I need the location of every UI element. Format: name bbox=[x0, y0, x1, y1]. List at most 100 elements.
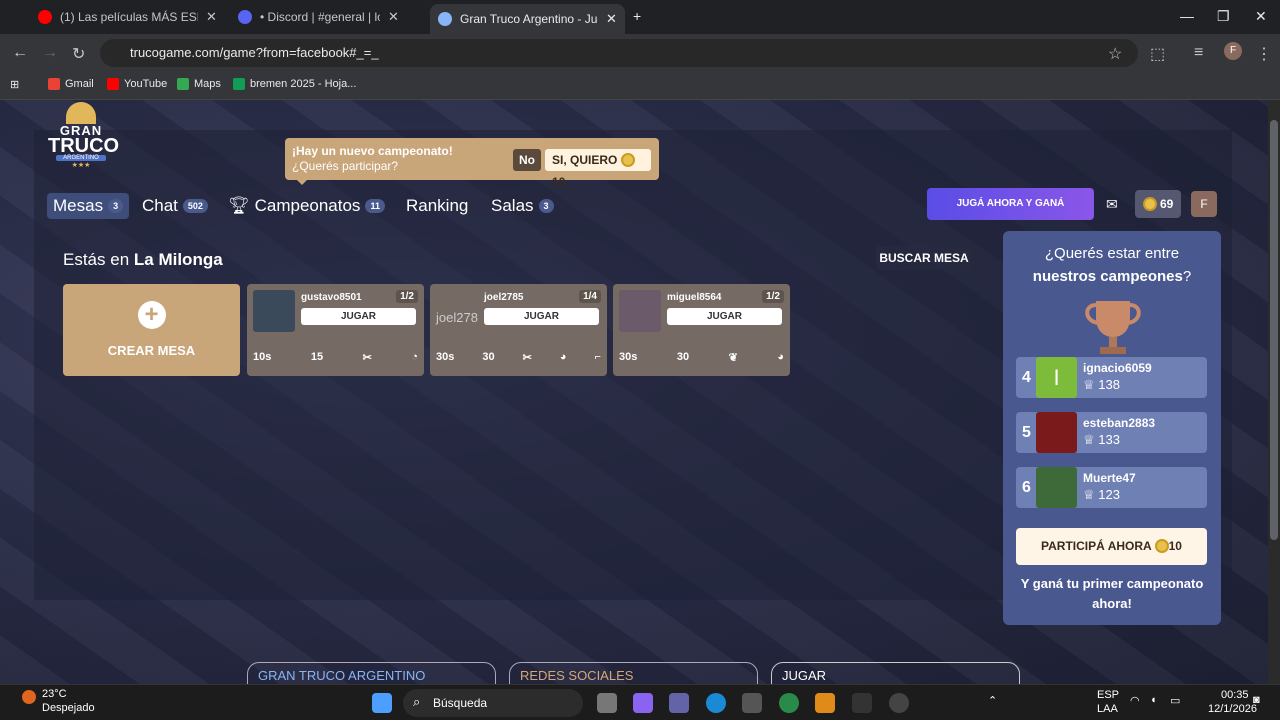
points-value: 30 bbox=[676, 351, 690, 363]
join-table-button[interactable]: JUGAR bbox=[484, 308, 599, 325]
play-now-button[interactable]: JUGÁ AHORA Y GANÁ bbox=[927, 188, 1094, 220]
volume-icon[interactable]: ◖ bbox=[1150, 694, 1157, 706]
maximize-icon[interactable]: ❐ bbox=[1217, 8, 1230, 25]
weather-temp[interactable]: 23°C bbox=[42, 688, 67, 700]
copilot-icon[interactable] bbox=[633, 693, 653, 713]
champion-row[interactable]: 4 I ignacio6059 ♕ 138 bbox=[1016, 357, 1207, 398]
chevron-up-icon[interactable]: ⌃ bbox=[988, 694, 997, 707]
battery-icon[interactable]: ▭ bbox=[1170, 694, 1180, 707]
media-icon[interactable]: ≡ bbox=[1194, 44, 1203, 62]
table-card[interactable]: miguel8564 1/2 JUGAR 30s 30 ❦ ◕ bbox=[613, 284, 790, 376]
chat-icon: ◕ bbox=[559, 351, 567, 363]
store-icon[interactable] bbox=[742, 693, 762, 713]
notifications-icon[interactable]: ◙ bbox=[1253, 694, 1260, 706]
maps-icon bbox=[177, 78, 189, 90]
new-tab-icon[interactable]: + bbox=[633, 8, 641, 24]
table-card[interactable]: joel278 joel2785 1/4 JUGAR 30s 30 ✂ ◕ ⌐ bbox=[430, 284, 607, 376]
menu-icon[interactable]: ⋮ bbox=[1256, 44, 1272, 64]
wifi-icon[interactable]: ◠ bbox=[1130, 694, 1140, 707]
promo-no-button[interactable]: No bbox=[513, 149, 541, 171]
create-table-button[interactable]: + CREAR MESA bbox=[63, 284, 240, 376]
trophy-icon: ♕ bbox=[1083, 432, 1095, 447]
table-rules: 30s 30 ✂ ◕ ⌐ bbox=[436, 351, 601, 364]
close-icon[interactable]: ✕ bbox=[388, 9, 399, 25]
plus-icon: + bbox=[137, 301, 166, 329]
close-icon[interactable]: ✕ bbox=[206, 9, 217, 25]
windows-start-icon[interactable] bbox=[372, 693, 392, 713]
coin-icon bbox=[620, 153, 635, 167]
nav-campeonatos[interactable]: 🏆︎ Campeonatos 11 bbox=[228, 193, 385, 219]
champion-row[interactable]: 5 esteban2883 ♕ 133 bbox=[1016, 412, 1207, 453]
search-table-button[interactable]: BUSCAR MESA bbox=[876, 246, 972, 270]
task-view-icon[interactable] bbox=[597, 693, 617, 713]
chat-off-icon: ◔ bbox=[411, 351, 418, 363]
champions-question: ¿Querés estar entre bbox=[1044, 245, 1180, 262]
champions-footer-text: Y ganá tu primer campeonato ahora! bbox=[1020, 576, 1204, 611]
scrollbar[interactable] bbox=[1268, 100, 1280, 684]
back-icon[interactable]: ← bbox=[12, 44, 28, 62]
mail-icon[interactable]: ✉ bbox=[1106, 196, 1118, 213]
rank-number: 4 bbox=[1022, 369, 1031, 386]
bookmark-maps[interactable]: Maps bbox=[177, 78, 221, 90]
browser-tab-truco[interactable]: Gran Truco Argentino - Juego C ✕ bbox=[430, 4, 625, 34]
bookmark-sheets[interactable]: bremen 2025 - Hoja... bbox=[233, 78, 356, 90]
browser-tab-discord[interactable]: • Discord | #general | los c ✕ bbox=[230, 4, 407, 30]
search-icon: ⌕ bbox=[413, 694, 421, 709]
epic-games-icon[interactable] bbox=[852, 693, 872, 713]
forward-icon[interactable]: → bbox=[42, 44, 58, 62]
profile-avatar[interactable]: F bbox=[1224, 42, 1242, 60]
clock-time[interactable]: 00:35 bbox=[1221, 689, 1249, 701]
promo-title: ¡Hay un nuevo campeonato! bbox=[292, 144, 453, 158]
champion-row[interactable]: 6 Muerte47 ♕ 123 bbox=[1016, 467, 1207, 508]
chrome-icon[interactable] bbox=[779, 693, 799, 713]
gran-truco-logo[interactable]: GRAN TRUCO ARGENTINO ★★★ bbox=[48, 102, 119, 169]
scrollbar-thumb[interactable] bbox=[1270, 120, 1278, 540]
youtube-icon bbox=[107, 78, 119, 90]
rank-number: 6 bbox=[1022, 479, 1031, 496]
table-rules: 10s 15 ✂ ◔ bbox=[253, 351, 418, 364]
tab-title: (1) Las películas MÁS ESPERADAS bbox=[60, 10, 198, 24]
bookmark-gmail[interactable]: Gmail bbox=[48, 78, 94, 90]
extensions-icon[interactable]: ⬚ bbox=[1150, 44, 1165, 64]
sheets-icon bbox=[233, 78, 245, 90]
trophy-icon: ♕ bbox=[1083, 487, 1095, 502]
edge-icon[interactable] bbox=[706, 693, 726, 713]
address-bar[interactable]: trucogame.com/game?from=facebook#_=_ bbox=[100, 39, 1138, 67]
reload-icon[interactable]: ↻ bbox=[72, 44, 85, 64]
nav-chat[interactable]: Chat 502 bbox=[142, 193, 208, 219]
browser-tab-youtube[interactable]: (1) Las películas MÁS ESPERADAS ✕ bbox=[30, 4, 225, 30]
join-table-button[interactable]: JUGAR bbox=[301, 308, 416, 325]
steam-icon[interactable] bbox=[889, 693, 909, 713]
join-table-button[interactable]: JUGAR bbox=[667, 308, 782, 325]
teams-icon[interactable] bbox=[669, 693, 689, 713]
weather-desc[interactable]: Despejado bbox=[42, 702, 95, 714]
clock-date[interactable]: 12/1/2026 bbox=[1208, 703, 1257, 715]
taskbar-search[interactable]: Búsqueda bbox=[403, 689, 583, 717]
nav-ranking[interactable]: Ranking bbox=[406, 193, 468, 219]
coin-icon bbox=[1142, 197, 1157, 211]
lang-layout[interactable]: LAA bbox=[1097, 703, 1118, 715]
promo-subtitle: ¿Querés participar? bbox=[292, 159, 399, 173]
minimize-icon[interactable]: — bbox=[1180, 8, 1194, 24]
bookmark-star-icon[interactable]: ☆ bbox=[1108, 44, 1122, 64]
participate-now-button[interactable]: PARTICIPÁ AHORA 10 bbox=[1016, 528, 1207, 565]
tab-title: • Discord | #general | los c bbox=[260, 10, 380, 24]
apps-icon[interactable]: ⊞ bbox=[10, 78, 19, 91]
championship-promo: ¡Hay un nuevo campeonato! ¿Querés partic… bbox=[285, 138, 659, 189]
champion-name: Muerte47 bbox=[1083, 471, 1136, 485]
room-name: La Milonga bbox=[133, 250, 223, 269]
nav-salas[interactable]: Salas 3 bbox=[491, 193, 554, 219]
close-icon[interactable]: ✕ bbox=[606, 11, 617, 27]
nav-mesas[interactable]: Mesas 3 bbox=[47, 193, 130, 219]
window-close-icon[interactable]: ✕ bbox=[1255, 8, 1267, 25]
table-card[interactable]: gustavo8501 1/2 JUGAR 10s 15 ✂ ◔ bbox=[247, 284, 424, 376]
champion-points: ♕ 133 bbox=[1083, 432, 1120, 447]
coin-balance[interactable]: 69 bbox=[1135, 190, 1181, 218]
promo-yes-button[interactable]: SI, QUIERO 10 bbox=[545, 149, 651, 189]
fl-studio-icon[interactable] bbox=[815, 693, 835, 713]
players-count: 1/4 bbox=[579, 290, 601, 303]
bookmark-youtube[interactable]: YouTube bbox=[107, 78, 167, 90]
lang-code[interactable]: ESP bbox=[1097, 689, 1119, 701]
avatar bbox=[253, 290, 295, 332]
user-avatar[interactable]: F bbox=[1191, 191, 1217, 217]
